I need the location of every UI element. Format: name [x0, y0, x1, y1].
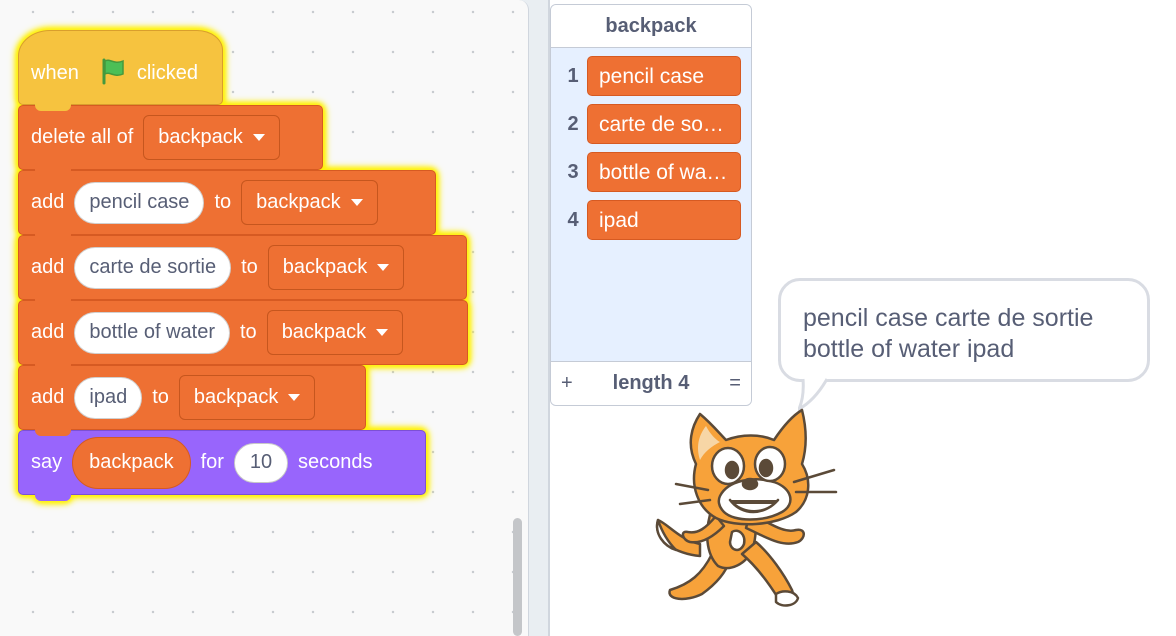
list-item-index: 4	[567, 208, 579, 231]
list-dropdown-label: backpack	[256, 191, 341, 213]
stage[interactable]: backpack 1 pencil case 2 carte de sortie…	[548, 0, 1176, 636]
list-reporter[interactable]: backpack	[72, 436, 191, 489]
speech-bubble-text: pencil case carte de sortie bottle of wa…	[803, 304, 1094, 363]
list-dropdown[interactable]: backpack	[267, 245, 405, 290]
add-to-list-block[interactable]: add bottle of water to backpack	[18, 300, 468, 371]
block-notch	[35, 168, 71, 176]
to-label: to	[240, 321, 257, 343]
block-notch	[35, 428, 71, 436]
add-to-list-block[interactable]: add carte de sortie to backpack	[18, 235, 467, 306]
add-label: add	[31, 386, 65, 408]
list-dropdown[interactable]: backpack	[266, 310, 404, 355]
scratch-cat-sprite[interactable]	[646, 404, 846, 609]
list-item-value[interactable]: pencil case	[587, 56, 741, 96]
say-label: say	[31, 451, 63, 473]
item-input[interactable]: ipad	[74, 376, 143, 419]
block-notch	[35, 233, 71, 241]
list-dropdown-label: backpack	[281, 321, 367, 343]
caret-down-icon	[252, 134, 265, 141]
seconds-label: seconds	[297, 451, 373, 473]
list-item-row[interactable]: 1 pencil case	[551, 52, 751, 100]
caret-down-icon	[350, 199, 363, 206]
item-input[interactable]: bottle of water	[74, 311, 230, 354]
list-item-value[interactable]: carte de sortie	[587, 104, 741, 144]
list-item-index: 2	[567, 112, 579, 135]
resize-handle[interactable]: =	[729, 372, 741, 395]
list-monitor-footer: + length 4 =	[551, 361, 751, 405]
block-notch	[35, 298, 71, 306]
list-item-row[interactable]: 3 bottle of water	[551, 148, 751, 196]
list-item-value[interactable]: ipad	[587, 200, 741, 240]
list-item-index: 3	[567, 160, 579, 183]
to-label: to	[214, 191, 232, 213]
when-flag-clicked-block[interactable]: when clicked	[18, 30, 223, 111]
green-flag-icon	[99, 57, 127, 91]
caret-down-icon	[376, 329, 389, 336]
add-to-list-block[interactable]: add ipad to backpack	[18, 365, 366, 436]
say-for-seconds-block[interactable]: say backpack for 10 seconds	[18, 430, 426, 501]
list-dropdown[interactable]: backpack	[241, 180, 378, 225]
clicked-label: clicked	[136, 62, 198, 84]
add-label: add	[31, 256, 65, 278]
code-area[interactable]: when clicked delete all of backpack add …	[0, 0, 529, 636]
list-item-index: 1	[567, 64, 579, 87]
list-dropdown[interactable]: backpack	[143, 115, 280, 160]
to-label: to	[241, 256, 258, 278]
when-label: when	[31, 62, 79, 84]
to-label: to	[152, 386, 169, 408]
for-label: for	[200, 451, 224, 473]
delete-all-block[interactable]: delete all of backpack	[18, 105, 323, 176]
list-monitor-title: backpack	[551, 5, 751, 48]
item-input[interactable]: carte de sortie	[74, 246, 232, 289]
list-item-row[interactable]: 4 ipad	[551, 196, 751, 244]
list-dropdown[interactable]: backpack	[178, 375, 316, 420]
script-stack[interactable]: when clicked delete all of backpack add …	[18, 30, 468, 501]
block-notch	[35, 103, 71, 111]
list-item-value[interactable]: bottle of water	[587, 152, 741, 192]
block-notch	[35, 363, 71, 371]
item-input[interactable]: pencil case	[74, 181, 205, 224]
block-notch	[35, 493, 71, 501]
add-label: add	[31, 321, 65, 343]
list-dropdown-label: backpack	[193, 386, 279, 408]
speech-bubble: pencil case carte de sortie bottle of wa…	[778, 278, 1150, 382]
list-dropdown-label: backpack	[282, 256, 368, 278]
list-monitor[interactable]: backpack 1 pencil case 2 carte de sortie…	[550, 4, 752, 406]
caret-down-icon	[288, 394, 301, 401]
add-label: add	[31, 191, 65, 213]
add-item-button[interactable]: +	[561, 372, 573, 395]
delete-all-label: delete all of	[31, 126, 134, 148]
seconds-input[interactable]: 10	[233, 442, 288, 483]
list-length-label: length 4	[612, 372, 690, 394]
vertical-scrollbar[interactable]	[513, 518, 522, 636]
caret-down-icon	[377, 264, 390, 271]
list-dropdown-label: backpack	[158, 126, 243, 148]
list-item-row[interactable]: 2 carte de sortie	[551, 100, 751, 148]
list-monitor-items: 1 pencil case 2 carte de sortie 3 bottle…	[551, 48, 751, 244]
add-to-list-block[interactable]: add pencil case to backpack	[18, 170, 436, 241]
